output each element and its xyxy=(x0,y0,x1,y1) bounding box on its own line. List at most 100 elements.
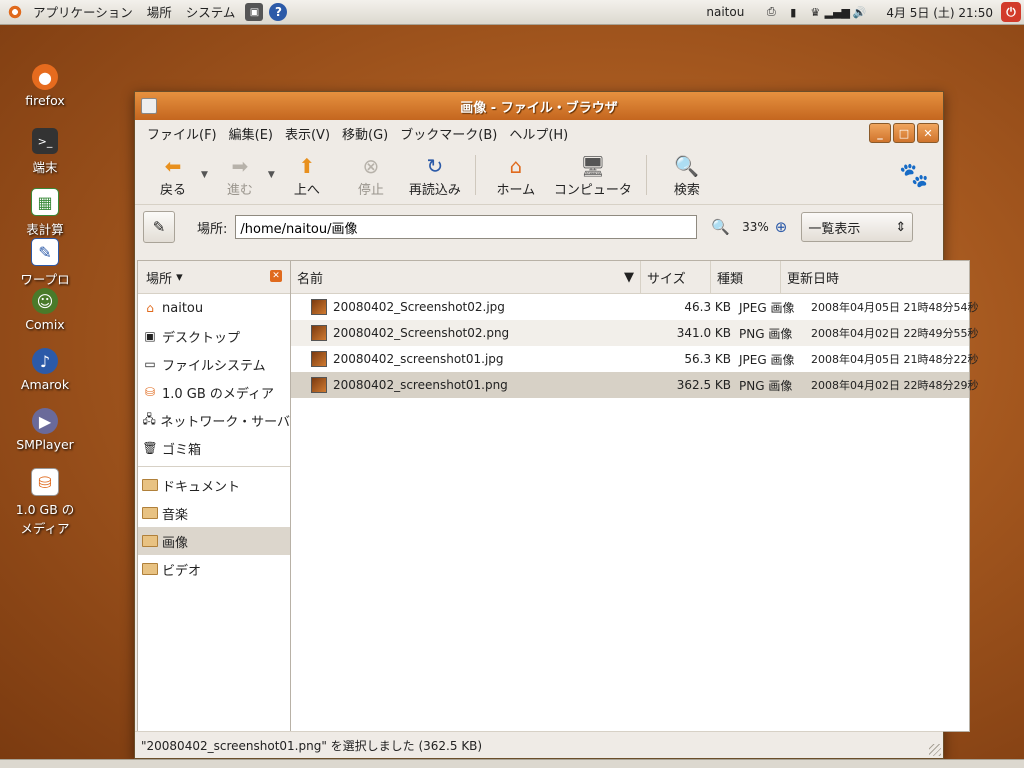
stop-button[interactable]: ⊗ 停止 xyxy=(339,153,403,198)
camera-icon[interactable]: ▣ xyxy=(245,3,264,21)
sidebar-item-filesystem[interactable]: ▭ ファイルシステム xyxy=(138,350,290,378)
printer-icon[interactable]: ⎙ xyxy=(762,4,780,20)
sidebar-item-media[interactable]: ⛁ 1.0 GB のメディア xyxy=(138,378,290,406)
content-area: 場所 ▾ ✕ ⌂ naitou ▣ デスクトップ ▭ ファイルシステム ⛁ 1.… xyxy=(137,260,978,732)
sidebar-item-label: 画像 xyxy=(162,535,189,551)
forward-history-dropdown[interactable]: ▼ xyxy=(268,170,275,180)
desktop-icon-comix[interactable]: ☺ Comix xyxy=(8,288,82,332)
table-row[interactable]: 20080402_Screenshot02.jpg 46.3 KB JPEG 画… xyxy=(291,294,978,320)
desktop-icon-spreadsheet[interactable]: ▦ 表計算 xyxy=(8,188,82,238)
battery-icon[interactable]: ▮ xyxy=(784,4,802,20)
close-button[interactable]: ✕ xyxy=(917,123,939,143)
view-select[interactable]: 一覧表示 ⇕ xyxy=(801,212,914,242)
sidebar-item-label: ファイルシステム xyxy=(162,358,266,374)
maximize-button[interactable]: □ xyxy=(893,123,915,143)
close-sidebar-icon[interactable]: ✕ xyxy=(270,270,282,282)
firefox-icon: ● xyxy=(32,64,58,90)
title-bar[interactable]: 画像 - ファイル・ブラウザ xyxy=(135,92,943,120)
sidebar-item-music[interactable]: 音楽 xyxy=(138,499,290,527)
column-header-type[interactable]: 種類 xyxy=(711,261,781,293)
desktop-icon-amarok[interactable]: ♪ Amarok xyxy=(8,348,82,392)
menu-file[interactable]: ファイル(F) xyxy=(141,124,223,143)
file-date: 2008年04月02日 22時49分55秒 xyxy=(811,327,979,340)
menu-help[interactable]: ヘルプ(H) xyxy=(503,124,574,143)
table-row[interactable]: 20080402_Screenshot02.png 341.0 KB PNG 画… xyxy=(291,320,979,346)
location-input[interactable] xyxy=(235,215,698,239)
reload-button[interactable]: ↻ 再読込み xyxy=(403,153,467,198)
help-icon[interactable]: ? xyxy=(269,3,288,21)
sidebar-item-label: ネットワーク・サーバ xyxy=(160,414,290,430)
zoom-in-icon[interactable]: ⊕ xyxy=(775,218,788,236)
desktop-icon-label: ワープロ xyxy=(20,272,70,287)
user-name[interactable]: naitou xyxy=(706,5,744,19)
column-header-name[interactable]: 名前 ▼ xyxy=(291,261,641,293)
table-row-selected[interactable]: 20080402_screenshot01.png 362.5 KB PNG 画… xyxy=(291,372,978,398)
zoom-out-icon[interactable]: 🔍 xyxy=(711,218,730,236)
menu-places[interactable]: 場所 xyxy=(140,0,179,25)
menu-edit[interactable]: 編集(E) xyxy=(223,124,279,143)
sidebar-item-desktop[interactable]: ▣ デスクトップ xyxy=(138,322,290,350)
zoom-level[interactable]: 33% xyxy=(742,220,769,234)
desktop-icon-smplayer[interactable]: ▶ SMPlayer xyxy=(8,408,82,452)
sidebar-item-label: 音楽 xyxy=(162,507,189,523)
sidebar-item-network[interactable]: 🖧 ネットワーク・サーバ xyxy=(138,406,290,434)
up-label: 上へ xyxy=(293,182,320,198)
ubuntu-logo-icon[interactable] xyxy=(6,3,24,21)
desktop-icon-label: 1.0 GB の メディア xyxy=(15,502,75,536)
sidebar-header[interactable]: 場所 ▾ xyxy=(138,261,290,294)
desktop-icon-wordprocessor[interactable]: ✎ ワープロ xyxy=(8,238,82,288)
back-arrow-icon: ⬅ xyxy=(164,153,182,178)
toggle-location-button[interactable]: ✎ xyxy=(143,211,175,243)
up-button[interactable]: ⬆ 上へ xyxy=(275,153,339,198)
resize-grip-icon[interactable] xyxy=(929,744,941,756)
forward-arrow-icon: ➡ xyxy=(231,153,249,178)
sidebar-item-pictures[interactable]: 画像 xyxy=(138,527,290,555)
network-icon: 🖧 xyxy=(142,411,156,426)
desktop-icon-firefox[interactable]: ● firefox xyxy=(8,64,82,108)
sidebar-item-trash[interactable]: 🗑 ゴミ箱 xyxy=(138,434,290,462)
menu-system[interactable]: システム xyxy=(179,0,243,25)
volume-icon[interactable]: 🔊 xyxy=(850,4,868,20)
sidebar-item-label: ドキュメント xyxy=(162,479,241,495)
spreadsheet-icon: ▦ xyxy=(31,188,59,216)
minimize-button[interactable]: _ xyxy=(869,123,891,143)
toolbar-separator xyxy=(474,155,476,195)
view-select-value: 一覧表示 xyxy=(808,221,861,237)
forward-button[interactable]: ➡ 進む xyxy=(208,153,272,198)
network-signal-icon[interactable]: ▂▄▆ xyxy=(825,4,850,20)
search-button[interactable]: 🔍 検索 xyxy=(655,153,719,198)
window-controls: _ □ ✕ xyxy=(869,123,939,143)
sidebar-item-documents[interactable]: ドキュメント xyxy=(138,471,290,499)
menu-bookmarks[interactable]: ブックマーク(B) xyxy=(394,124,503,143)
computer-button[interactable]: 🖥 コンピュータ xyxy=(548,153,638,198)
back-button[interactable]: ⬅ 戻る xyxy=(141,153,205,198)
sidebar-item-videos[interactable]: ビデオ xyxy=(138,555,290,583)
sidebar-item-label: 1.0 GB のメディア xyxy=(162,386,275,402)
edit-icon: ✎ xyxy=(152,218,166,236)
desktop-icon-terminal[interactable]: >_ 端末 xyxy=(8,128,82,176)
home-button[interactable]: ⌂ ホーム xyxy=(484,153,548,198)
location-label: 場所: xyxy=(197,221,228,237)
back-history-dropdown[interactable]: ▼ xyxy=(201,170,208,180)
status-text: "20080402_screenshot01.png" を選択しました (362… xyxy=(141,738,483,753)
top-panel: アプリケーション 場所 システム ▣ ? naitou ⎙ ▮ ♛ ▂▄▆ 🔊 … xyxy=(0,0,1024,25)
power-icon[interactable]: ⏻ xyxy=(1001,2,1021,22)
clock[interactable]: 4月 5日 (土) 21:50 xyxy=(886,4,993,21)
column-header-size[interactable]: サイズ xyxy=(641,261,711,293)
menu-view[interactable]: 表示(V) xyxy=(279,124,336,143)
file-name: 20080402_Screenshot02.jpg xyxy=(333,300,505,314)
table-row[interactable]: 20080402_screenshot01.jpg 56.3 KB JPEG 画… xyxy=(291,346,978,372)
file-name: 20080402_screenshot01.jpg xyxy=(333,352,504,366)
file-list: 名前 ▼ サイズ 種類 更新日時 20080402_Screenshot02.j… xyxy=(291,260,979,732)
image-file-icon xyxy=(311,351,327,367)
reload-label: 再読込み xyxy=(408,182,461,198)
column-header-date[interactable]: 更新日時 xyxy=(781,261,969,293)
home-label: ホーム xyxy=(496,182,536,198)
smplayer-icon: ▶ xyxy=(32,408,58,434)
sort-down-icon: ▼ xyxy=(624,269,634,285)
menu-applications[interactable]: アプリケーション xyxy=(26,0,140,25)
menu-go[interactable]: 移動(G) xyxy=(336,124,394,143)
sidebar-item-home[interactable]: ⌂ naitou xyxy=(138,294,290,322)
update-icon[interactable]: ♛ xyxy=(806,4,824,20)
desktop-icon-usb-media[interactable]: ⛁ 1.0 GB の メディア xyxy=(8,468,82,537)
